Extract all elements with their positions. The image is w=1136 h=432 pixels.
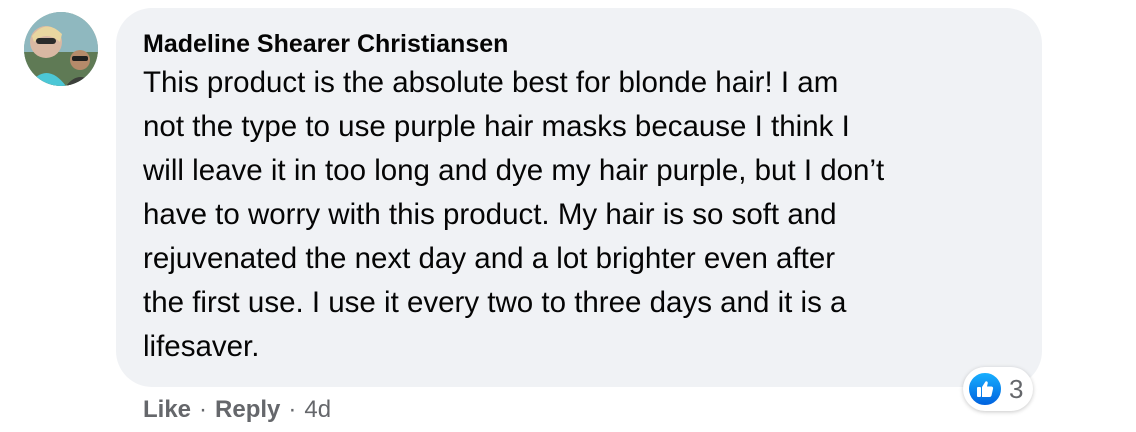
like-button[interactable]: Like [143,394,191,426]
comment-text-line: lifesaver. [143,330,260,363]
comment-text-line: have to worry with this product. My hair… [143,198,837,231]
comment-text-line: will leave it in too long and dye my hai… [143,154,885,187]
comment-text-line: rejuvenated the next day and a lot brigh… [143,242,836,275]
reply-button[interactable]: Reply [215,394,280,426]
comment-author[interactable]: Madeline Shearer Christiansen [143,28,508,60]
profile-photo [24,12,98,86]
avatar[interactable] [24,12,98,86]
separator: · [199,396,208,423]
reaction-count: 3 [1009,374,1024,404]
thumbs-up-icon [967,371,1003,407]
separator: · [288,396,297,423]
comment-text-line: not the type to use purple hair masks be… [143,110,850,143]
comment-timestamp[interactable]: 4d [304,394,331,426]
reaction-summary[interactable]: 3 [963,367,1034,411]
comment-text-line: This product is the absolute best for bl… [143,66,839,99]
comment-actions: Like · Reply · 4d [143,394,331,426]
comment-text-line: the first use. I use it every two to thr… [143,286,847,319]
